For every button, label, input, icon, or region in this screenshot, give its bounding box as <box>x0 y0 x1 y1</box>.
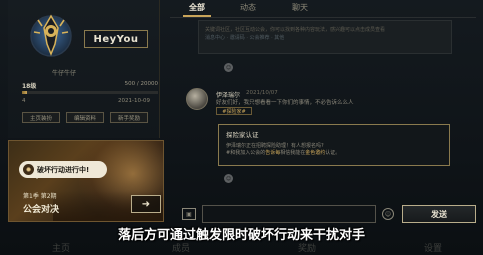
tab-divider <box>170 17 476 18</box>
comment-icon[interactable]: ☺ <box>224 174 233 183</box>
explorer-cert-card[interactable]: 探险家认证 伊泽瑞尔正在招聘探险助理！有人想报名吗? #和我加入公会的告诉每相信… <box>218 124 450 166</box>
post-text: 好友们好，我只想看看一下你们的事情，不必告诉么么人 <box>216 100 354 106</box>
event-bubble-text: 破坏行动进行中! <box>37 165 90 174</box>
level-row: 18级 500 / 20000 <box>22 81 158 91</box>
tab-chat[interactable]: 聊天 <box>292 2 308 13</box>
cert-body: 伊泽瑞尔正在招聘探险助理！有人想报名吗? #和我加入公会的告诉每相信我能在金色邀… <box>226 143 442 157</box>
avatar[interactable] <box>186 88 208 110</box>
feed: 关键词社区，社区互动公会，你可以找到各种内容玩法，感兴趣可以点击成员查看 消息中… <box>172 20 472 200</box>
profile-subtitle: 牛仔牛仔 <box>52 70 77 77</box>
chat-input-row: ▣ ☺ 发送 <box>180 204 476 224</box>
exp-bar-fill <box>22 91 28 94</box>
cert-title: 探险家认证 <box>226 131 259 139</box>
cert-line-2-highlight-2: 金色邀约 <box>305 150 326 156</box>
chat-input[interactable] <box>202 205 376 223</box>
profile-buttons: 主页装扮 编辑资料 新手奖励 <box>22 112 148 123</box>
profile-name: HeyYou <box>84 30 148 48</box>
tab-bar: 全部 动态 聊天 <box>180 0 476 18</box>
cert-line-2-prefix: #和我加入公会的 <box>226 150 266 156</box>
edit-profile-button[interactable]: 编辑资料 <box>66 112 104 123</box>
tab-all[interactable]: 全部 <box>189 2 205 13</box>
send-button[interactable]: 发送 <box>402 205 476 223</box>
arrow-right-icon: ➜ <box>141 198 151 210</box>
event-stage: 第1季 第2期 <box>23 193 57 200</box>
member-count: 4 <box>22 98 26 104</box>
tab-dynamic[interactable]: 动态 <box>240 2 256 13</box>
guild-emblem-icon <box>30 14 72 57</box>
info-row: 4 2021-10-09 <box>22 98 158 107</box>
emoji-icon[interactable]: ☺ <box>382 208 394 220</box>
exp-text: 500 / 20000 <box>124 81 158 87</box>
cert-line-2: #和我加入公会的告诉每相信我能在金色邀约认证。 <box>226 150 442 157</box>
decor-button[interactable]: 主页装扮 <box>22 112 60 123</box>
comment-icon[interactable]: ☺ <box>224 63 233 72</box>
join-date: 2021-10-09 <box>118 98 150 104</box>
post-date: 2021/10/07 <box>246 90 278 96</box>
event-enter-button[interactable]: ➜ <box>131 195 161 213</box>
app-root: HeyYou 牛仔牛仔 18级 500 / 20000 4 2021-10-09… <box>0 0 483 255</box>
video-subtitle: 落后方可通过触发限时破坏行动来干扰对手 <box>117 228 365 243</box>
newbie-reward-button[interactable]: 新手奖励 <box>110 112 148 123</box>
level-label: 18级 <box>22 83 37 90</box>
event-bubble: ✹ 破坏行动进行中! <box>19 161 107 179</box>
exp-bar <box>22 91 158 94</box>
post-links: 消息中心 · 邀请码 · 公会推荐 · 其他 <box>205 35 285 41</box>
cert-line-2-mid: 相信我能在 <box>280 150 306 156</box>
cert-line-2-highlight: 告诉每 <box>265 150 281 156</box>
post-text: 关键词社区，社区互动公会，你可以找到各种内容玩法，感兴趣可以点击成员查看 <box>205 27 386 33</box>
bomb-icon: ✹ <box>23 164 34 175</box>
profile-panel: HeyYou 牛仔牛仔 18级 500 / 20000 4 2021-10-09… <box>8 0 160 138</box>
event-card[interactable]: ✹ 破坏行动进行中! 第1季 第2期 公会对决 ➜ <box>8 140 164 222</box>
cert-line-1: 伊泽瑞尔正在招聘探险助理！有人想报名吗? <box>226 143 324 149</box>
post-item: 关键词社区，社区互动公会，你可以找到各种内容玩法，感兴趣可以点击成员查看 消息中… <box>198 20 452 54</box>
image-icon[interactable]: ▣ <box>182 208 196 220</box>
event-title: 公会对决 <box>23 205 60 215</box>
post-tag[interactable]: #探险家# <box>216 107 252 115</box>
cert-line-2-suffix: 认证。 <box>325 150 341 156</box>
